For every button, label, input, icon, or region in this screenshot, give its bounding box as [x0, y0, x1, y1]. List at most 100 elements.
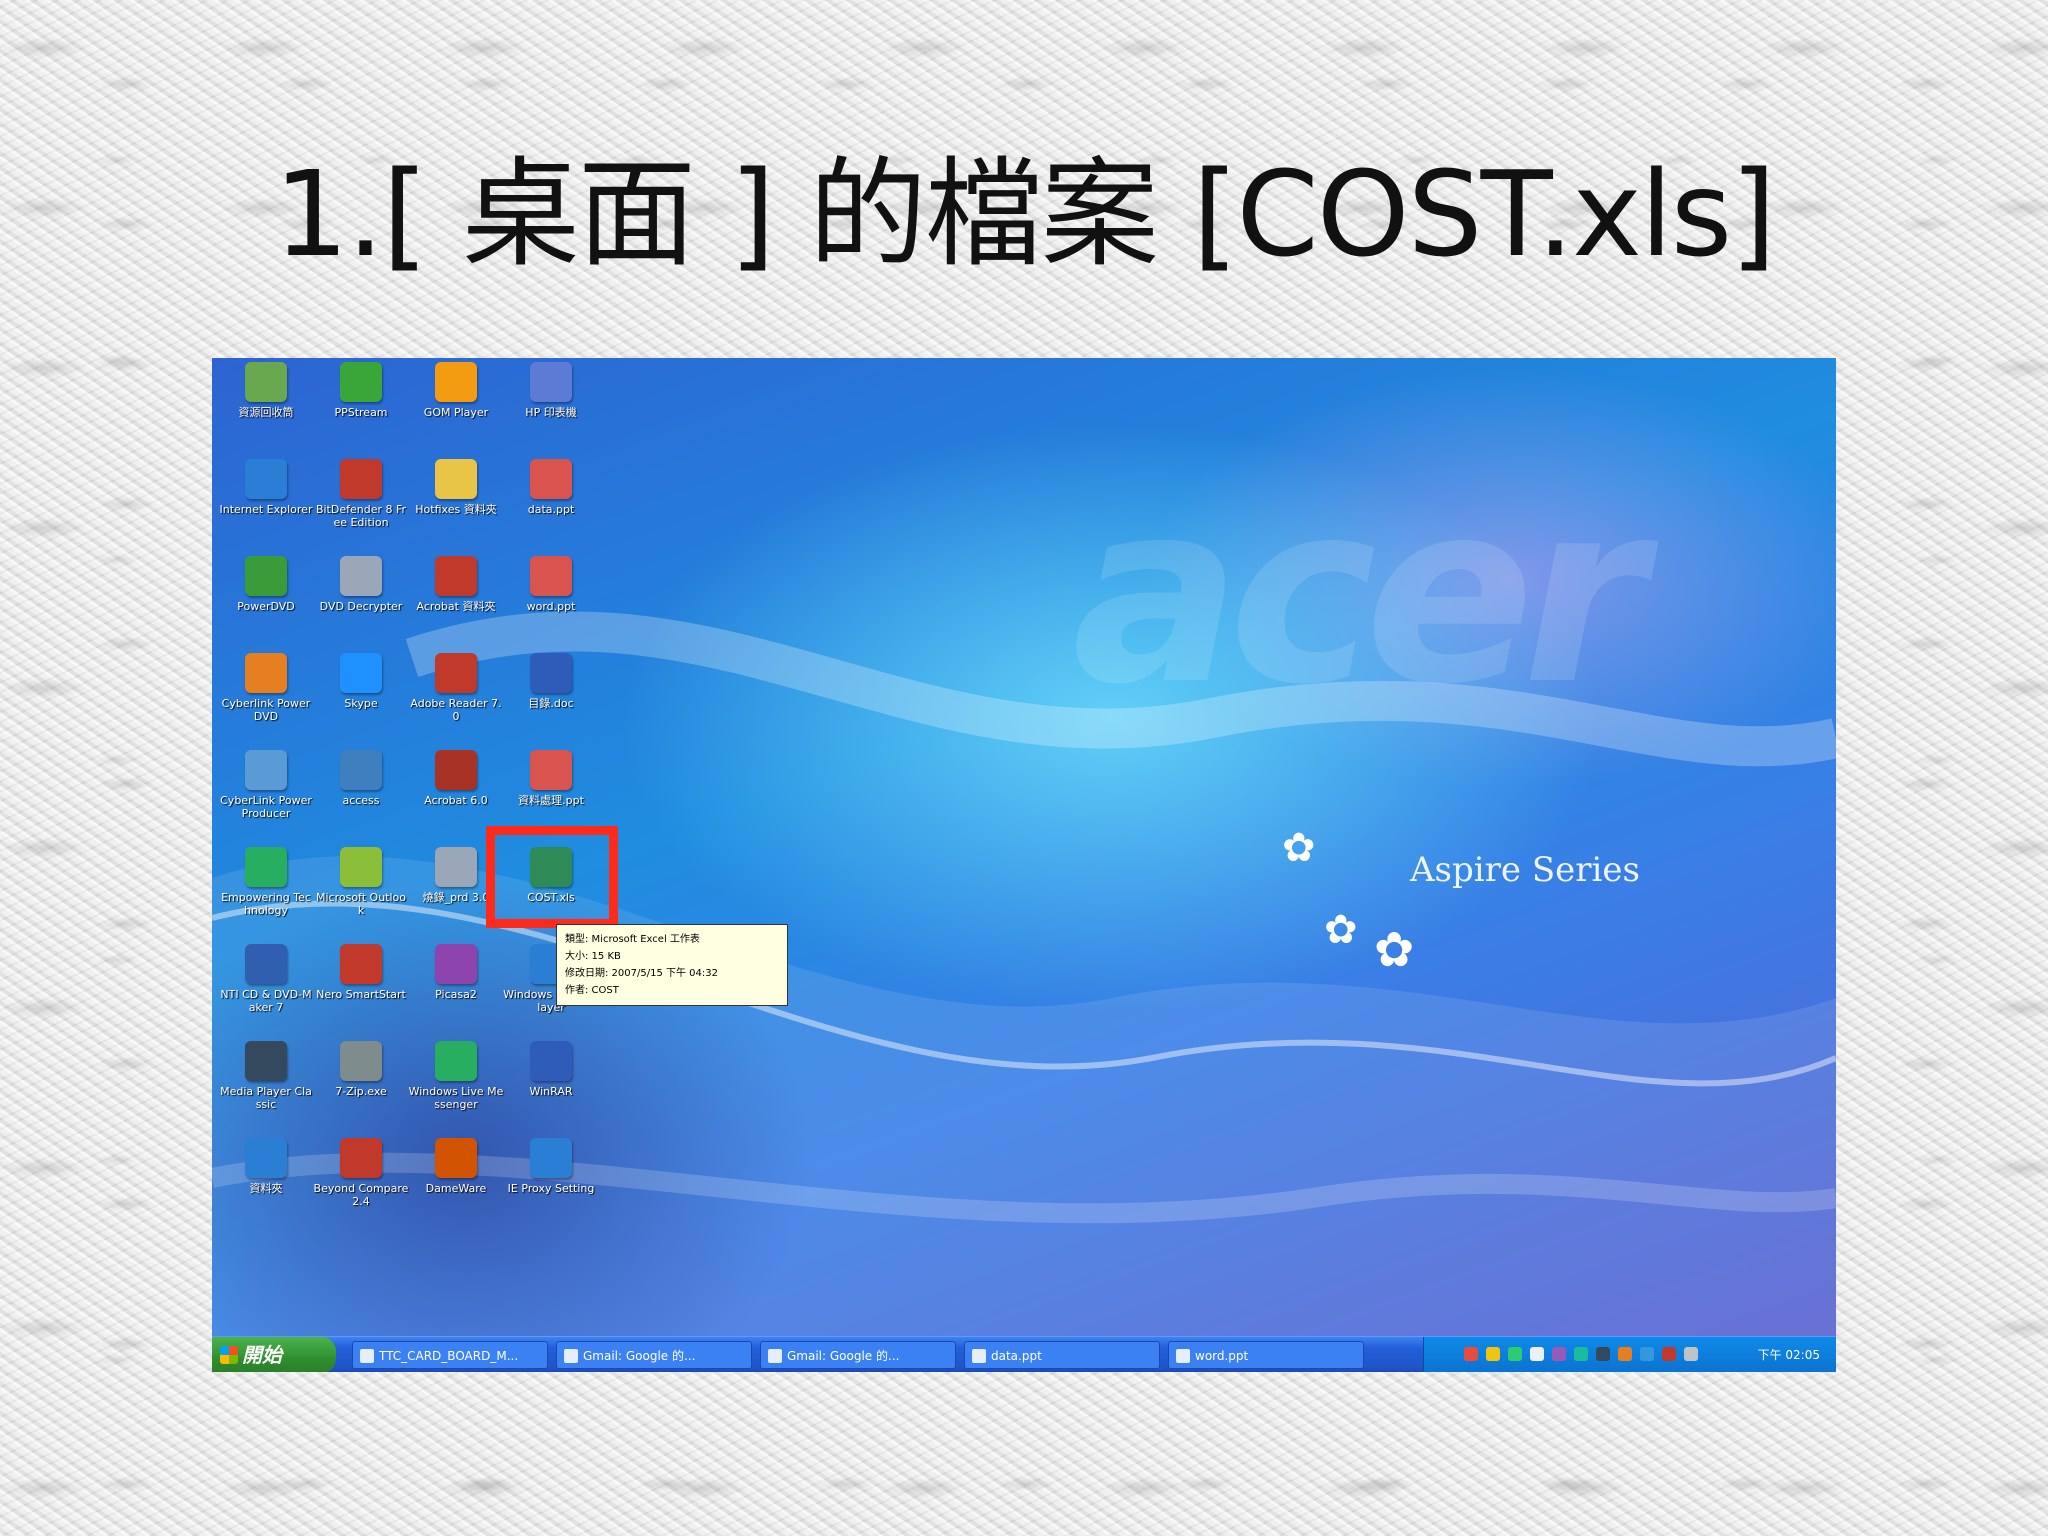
- tray-icon[interactable]: [1618, 1347, 1632, 1361]
- tray-icon[interactable]: [1530, 1347, 1544, 1361]
- outlook-desktop-shortcut[interactable]: Microsoft Outlook: [313, 845, 409, 941]
- recycle-bin-desktop-shortcut[interactable]: 資源回收筒: [218, 360, 314, 456]
- powerpoint-file-icon: [530, 750, 572, 790]
- gom-player-icon: [435, 362, 477, 402]
- messenger-icon: [435, 1041, 477, 1081]
- file-tooltip: 類型: Microsoft Excel 工作表 大小: 15 KB 修改日期: …: [556, 924, 788, 1006]
- folder-shortcut-desktop-shortcut[interactable]: 資料夾: [218, 1136, 314, 1232]
- tray-icon[interactable]: [1552, 1347, 1566, 1361]
- taskbar-item[interactable]: Gmail: Google 的...: [556, 1341, 752, 1369]
- zip-icon: [340, 1041, 382, 1081]
- network-desktop-shortcut[interactable]: access: [313, 748, 409, 844]
- nero-desktop-shortcut[interactable]: Nero SmartStart: [313, 942, 409, 1038]
- desktop-icon-label: IE Proxy Setting: [507, 1182, 595, 1195]
- start-button[interactable]: 開始: [212, 1337, 336, 1372]
- desktop-icon-label: Nero SmartStart: [316, 988, 406, 1001]
- powerpoint-file-desktop-shortcut[interactable]: word.ppt: [503, 554, 599, 650]
- tooltip-line: 修改日期: 2007/5/15 下午 04:32: [565, 968, 718, 979]
- acer-logo: acer: [1072, 448, 1646, 739]
- media-player-classic-desktop-shortcut[interactable]: Media Player Classic: [218, 1039, 314, 1135]
- desktop-icon-label: Hotfixes 資料夾: [415, 503, 497, 516]
- flower-icon: ✿: [1324, 907, 1358, 953]
- desktop-icon-label: access: [342, 794, 380, 807]
- messenger-desktop-shortcut[interactable]: Windows Live Messenger: [408, 1039, 504, 1135]
- empowering-desktop-shortcut[interactable]: Empowering Technology: [218, 845, 314, 941]
- desktop-icon-label: Skype: [344, 697, 378, 710]
- disc-icon: [435, 847, 477, 887]
- powerproducer-desktop-shortcut[interactable]: CyberLink PowerProducer: [218, 748, 314, 844]
- disc-desktop-shortcut[interactable]: DVD Decrypter: [313, 554, 409, 650]
- nti-desktop-shortcut[interactable]: NTI CD & DVD-Maker 7: [218, 942, 314, 1038]
- tray-icon[interactable]: [1508, 1347, 1522, 1361]
- desktop-icon-label: WinRAR: [529, 1085, 573, 1098]
- taskbar-item[interactable]: TTC_CARD_BOARD_M...: [352, 1341, 548, 1369]
- desktop-screenshot: acer Aspire Series ✿ ✿ ✿ 資源回收筒 PPStream GO…: [212, 358, 1836, 1372]
- skype-desktop-shortcut[interactable]: Skype: [313, 651, 409, 747]
- desktop-icon-label: GOM Player: [423, 406, 489, 419]
- tray-icon[interactable]: [1640, 1347, 1654, 1361]
- picasa-desktop-shortcut[interactable]: Picasa2: [408, 942, 504, 1038]
- zip-desktop-shortcut[interactable]: 7-Zip.exe: [313, 1039, 409, 1135]
- cyberlink-desktop-shortcut[interactable]: Cyberlink PowerDVD: [218, 651, 314, 747]
- ppstream-desktop-shortcut[interactable]: PPStream: [313, 360, 409, 456]
- printer-icon: [530, 362, 572, 402]
- tray-icon[interactable]: [1486, 1347, 1500, 1361]
- windows-logo-icon: [220, 1346, 238, 1364]
- internet-explorer-desktop-shortcut[interactable]: Internet Explorer: [218, 457, 314, 553]
- desktop-icon-label: 7-Zip.exe: [335, 1085, 387, 1098]
- dameware-desktop-shortcut[interactable]: DameWare: [408, 1136, 504, 1232]
- desktop-icon-label: 資源回收筒: [238, 406, 294, 419]
- folder-desktop-shortcut[interactable]: Hotfixes 資料夾: [408, 457, 504, 553]
- desktop-icon-label: PowerDVD: [237, 600, 295, 613]
- desktop-icon-label: word.ppt: [526, 600, 576, 613]
- cyberlink-icon: [245, 653, 287, 693]
- bitdefender-icon: [340, 459, 382, 499]
- tray-icon[interactable]: [1662, 1347, 1676, 1361]
- powerpoint-file-desktop-shortcut[interactable]: data.ppt: [503, 457, 599, 553]
- desktop-icon-label: BitDefender 8 Free Edition: [315, 503, 407, 529]
- adobe-reader-desktop-shortcut[interactable]: Adobe Reader 7.0: [408, 651, 504, 747]
- desktop-icon-label: DameWare: [425, 1182, 487, 1195]
- folder-shortcut-icon: [245, 1138, 287, 1178]
- proxy-desktop-shortcut[interactable]: IE Proxy Setting: [503, 1136, 599, 1232]
- winrar-icon: [530, 1041, 572, 1081]
- gom-player-desktop-shortcut[interactable]: GOM Player: [408, 360, 504, 456]
- powerpoint-file-icon: [530, 459, 572, 499]
- bitdefender-desktop-shortcut[interactable]: BitDefender 8 Free Edition: [313, 457, 409, 553]
- desktop-icon-label: data.ppt: [527, 503, 575, 516]
- acrobat-desktop-shortcut[interactable]: Acrobat 資料夾: [408, 554, 504, 650]
- desktop-icon-label: Empowering Technology: [221, 891, 311, 917]
- tray-icon[interactable]: [1684, 1347, 1698, 1361]
- taskbar-item[interactable]: Gmail: Google 的...: [760, 1341, 956, 1369]
- taskbar-item[interactable]: word.ppt: [1168, 1341, 1364, 1369]
- desktop-icon-label: DVD Decrypter: [319, 600, 403, 613]
- nero-icon: [340, 944, 382, 984]
- tooltip-line: 大小: 15 KB: [565, 951, 621, 962]
- winrar-desktop-shortcut[interactable]: WinRAR: [503, 1039, 599, 1135]
- tray-icon[interactable]: [1464, 1347, 1478, 1361]
- powerdvd-icon: [245, 556, 287, 596]
- flower-icon: ✿: [1374, 922, 1415, 978]
- printer-desktop-shortcut[interactable]: HP 印表機: [503, 360, 599, 456]
- powerproducer-icon: [245, 750, 287, 790]
- tooltip-line: 作者: COST: [565, 985, 619, 996]
- aspire-series-text: Aspire Series: [1410, 850, 1640, 890]
- beyond-compare-desktop-shortcut[interactable]: Beyond Compare 2.4: [313, 1136, 409, 1232]
- desktop-icon-label: Picasa2: [435, 988, 477, 1001]
- taskbar: 開始 TTC_CARD_BOARD_M... Gmail: Google 的..…: [212, 1336, 1836, 1372]
- media-player-classic-icon: [245, 1041, 287, 1081]
- folder-icon: [435, 459, 477, 499]
- slide-title: 1.[ 桌面 ] 的檔案 [COST.xls]: [273, 145, 1777, 283]
- tray-icon[interactable]: [1596, 1347, 1610, 1361]
- desktop-icon-label: Windows Live Messenger: [408, 1085, 504, 1111]
- taskbar-item[interactable]: data.ppt: [964, 1341, 1160, 1369]
- tooltip-line: 類型: Microsoft Excel 工作表: [565, 934, 700, 945]
- tray-icon[interactable]: [1574, 1347, 1588, 1361]
- ppstream-icon: [340, 362, 382, 402]
- powerdvd-desktop-shortcut[interactable]: PowerDVD: [218, 554, 314, 650]
- outlook-icon: [340, 847, 382, 887]
- desktop-icon-label: Media Player Classic: [220, 1085, 312, 1111]
- word-file-desktop-shortcut[interactable]: 目錄.doc: [503, 651, 599, 747]
- desktop-icon-label: Acrobat 資料夾: [416, 600, 496, 613]
- recycle-bin-icon: [245, 362, 287, 402]
